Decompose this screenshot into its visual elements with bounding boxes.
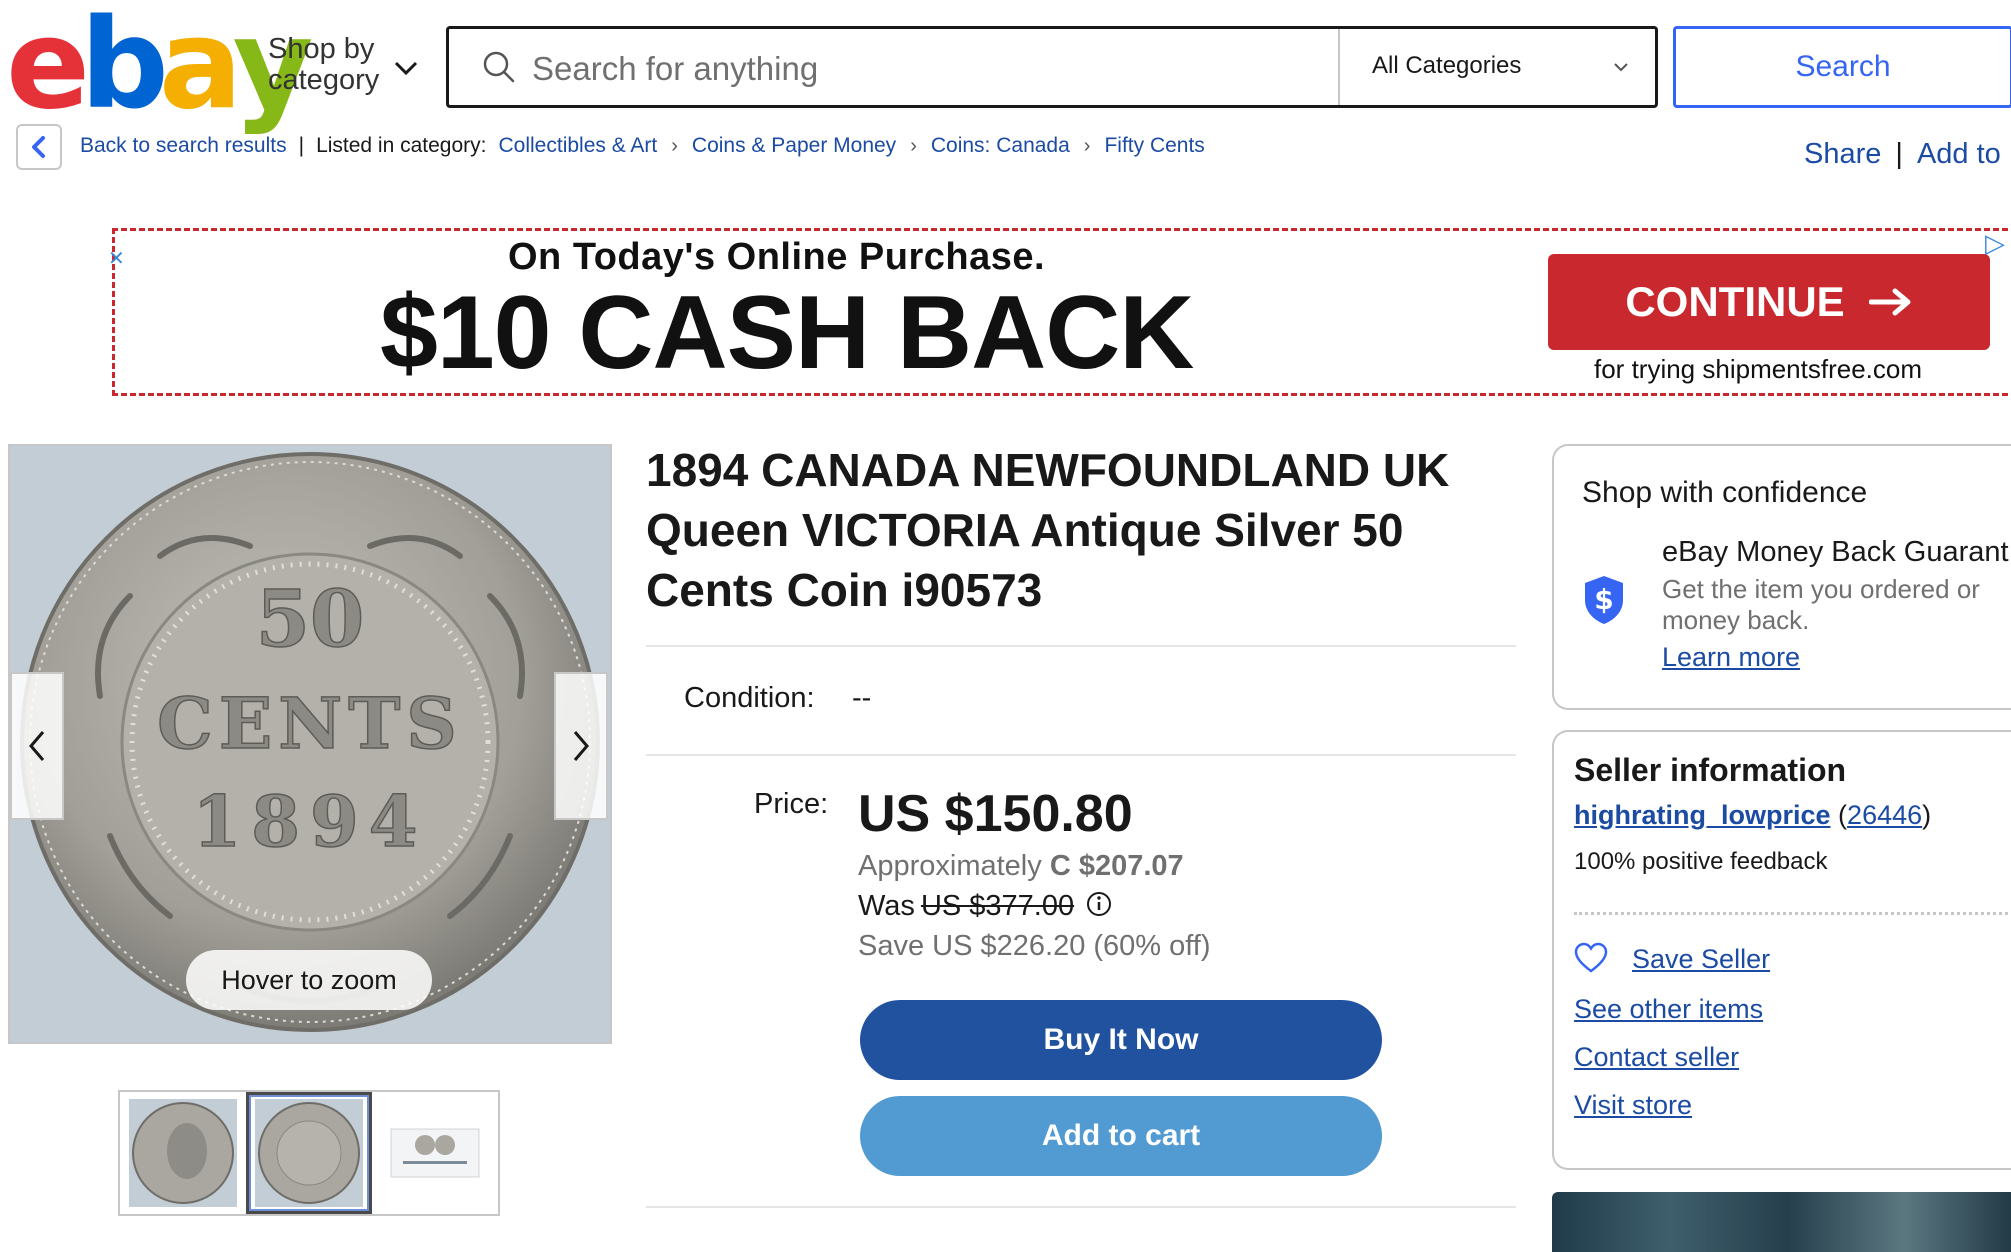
listed-in-label: Listed in category:: [316, 134, 487, 157]
search-divider: [1338, 29, 1340, 105]
share-separator: |: [1895, 138, 1903, 170]
ad-footer: for trying shipmentsfree.com: [1594, 354, 1923, 384]
coin-unit-text: CENTS: [157, 682, 463, 765]
shield-dollar-icon: $: [1585, 576, 1623, 624]
confidence-title: Shop with confidence: [1582, 476, 1868, 509]
thumbnail-obverse-image: [129, 1099, 237, 1207]
chevron-right-icon: [573, 731, 589, 761]
coin-year-text: 1894: [193, 780, 428, 863]
visit-store-link[interactable]: Visit store: [1574, 1090, 1692, 1121]
share-link[interactable]: Share: [1804, 138, 1881, 170]
svg-text:$: $: [1594, 583, 1613, 616]
guarantee-line-1: Get the item you ordered or: [1662, 574, 1980, 604]
condition-value: --: [852, 682, 872, 714]
logo-letter-b: b: [80, 0, 169, 137]
breadcrumb-fifty-cents[interactable]: Fifty Cents: [1104, 134, 1204, 158]
chevron-right-icon: ›: [671, 134, 678, 157]
breadcrumb-coins-paper-money[interactable]: Coins & Paper Money: [692, 134, 896, 158]
coin-value-text: 50: [256, 574, 365, 665]
search-input[interactable]: [530, 38, 1334, 100]
ad-subtitle: On Today's Online Purchase.: [508, 236, 1046, 278]
feedback-count-close: ): [1922, 800, 1932, 830]
feedback-count-link[interactable]: 26446: [1847, 800, 1922, 830]
thumbnail-2[interactable]: [246, 1092, 372, 1214]
approx-prefix: Approximately: [858, 850, 1042, 882]
breadcrumb-collectibles[interactable]: Collectibles & Art: [499, 134, 658, 158]
ad-info-icon[interactable]: ▷: [1985, 228, 2005, 259]
logo-letter-e: e: [6, 0, 90, 137]
category-label: category: [268, 64, 380, 96]
approx-value: C $207.07: [1049, 850, 1184, 882]
thumbnail-strip: [118, 1090, 500, 1216]
condition-label: Condition:: [684, 682, 815, 714]
back-to-search-link[interactable]: Back to search results: [80, 134, 287, 158]
arrow-right-icon: [1868, 288, 1911, 316]
shop-by-label: Shop by: [268, 33, 375, 65]
see-other-items-link[interactable]: See other items: [1574, 994, 1763, 1025]
money-back-guarantee-description: Get the item you ordered or money back.: [1662, 574, 1980, 636]
divider: [646, 645, 1516, 647]
thumbnail-reverse-image: [255, 1099, 363, 1207]
seller-info-title: Seller information: [1574, 752, 1847, 788]
chevron-down-icon[interactable]: [1612, 58, 1630, 76]
guarantee-line-2: money back.: [1662, 605, 1810, 635]
next-image-button[interactable]: [554, 672, 608, 820]
previous-image-button[interactable]: [10, 672, 64, 820]
chevron-left-icon: [29, 731, 45, 761]
approximate-price: Approximately C $207.07: [858, 850, 1184, 883]
buy-it-now-button[interactable]: Buy It Now: [860, 1000, 1382, 1080]
search-icon: [483, 51, 515, 83]
positive-feedback: 100% positive feedback: [1574, 848, 1828, 875]
chevron-right-icon: ›: [1083, 134, 1091, 157]
add-to-watchlist-link[interactable]: Add to: [1917, 138, 2001, 170]
was-value: US $377.00: [920, 890, 1075, 922]
chevron-right-icon: ›: [910, 134, 917, 157]
seller-name-row: highrating_lowprice (26446): [1574, 800, 1931, 831]
seller-name-link[interactable]: highrating_lowprice: [1574, 800, 1831, 830]
ad-continue-button[interactable]: CONTINUE: [1548, 254, 1990, 350]
item-title: 1894 CANADA NEWFOUNDLAND UK Queen VICTOR…: [646, 444, 1450, 616]
feedback-count-open: (: [1838, 800, 1848, 830]
price-label: Price:: [754, 788, 829, 820]
contact-seller-link[interactable]: Contact seller: [1574, 1042, 1739, 1073]
learn-more-link[interactable]: Learn more: [1662, 642, 1800, 673]
add-to-cart-button[interactable]: Add to cart: [860, 1096, 1382, 1176]
thumbnail-listing-card-image: [381, 1099, 489, 1207]
ad-headline: $10 CASH BACK: [380, 275, 1194, 391]
logo-letter-a: a: [158, 0, 243, 137]
was-price: Was US $377.00: [858, 890, 1112, 923]
shop-by-category-button[interactable]: Shop by category: [268, 34, 379, 96]
savings-text: Save US $226.20 (60% off): [858, 930, 1211, 962]
heart-icon[interactable]: [1574, 942, 1608, 974]
thumbnail-3[interactable]: [372, 1092, 498, 1214]
share-area: Share | Add to: [1804, 138, 2001, 171]
breadcrumb-coins-canada[interactable]: Coins: Canada: [931, 134, 1070, 158]
back-button[interactable]: [16, 124, 62, 170]
store-banner-image[interactable]: [1552, 1192, 2011, 1252]
breadcrumb: Back to search results | Listed in categ…: [80, 134, 1205, 158]
chevron-down-icon[interactable]: [392, 54, 420, 82]
ad-choices-icon[interactable]: ✕: [108, 246, 125, 271]
info-icon[interactable]: [1086, 891, 1112, 917]
was-prefix: Was: [858, 890, 915, 922]
search-button[interactable]: Search: [1673, 26, 2011, 108]
ebay-logo[interactable]: ebay: [6, 0, 313, 137]
ad-continue-label: CONTINUE: [1625, 278, 1845, 325]
hover-to-zoom-label: Hover to zoom: [186, 950, 432, 1010]
breadcrumb-separator: |: [298, 134, 305, 157]
dotted-divider: [1574, 912, 2011, 915]
save-seller-link[interactable]: Save Seller: [1632, 944, 1770, 975]
item-price: US $150.80: [858, 785, 1133, 843]
divider: [646, 754, 1516, 756]
money-back-guarantee-title: eBay Money Back Guarant: [1662, 536, 2009, 568]
divider: [646, 1206, 1516, 1208]
chevron-left-icon: [32, 136, 45, 158]
thumbnail-1[interactable]: [120, 1092, 246, 1214]
category-select[interactable]: All Categories: [1372, 52, 1521, 80]
